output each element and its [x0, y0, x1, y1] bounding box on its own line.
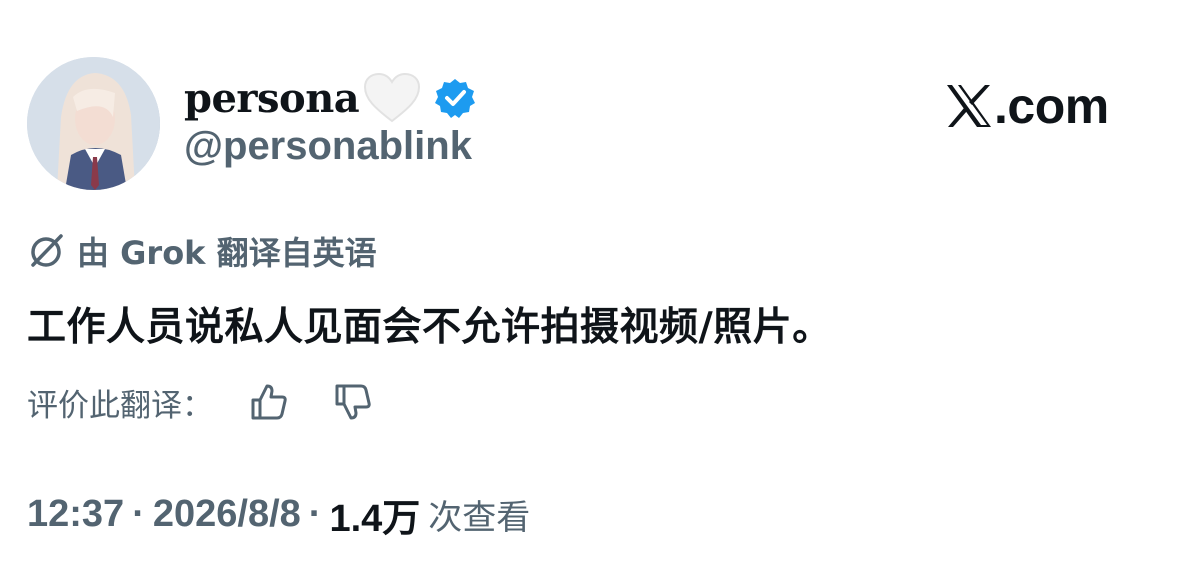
thumbs-down-button[interactable]: [329, 378, 377, 426]
views-label: 次查看: [428, 497, 531, 538]
x-brand: .com: [945, 77, 1109, 135]
x-logo-icon: [945, 83, 993, 129]
meta-separator: ·: [308, 492, 322, 535]
views-count[interactable]: 1.4万: [329, 487, 420, 542]
rate-translation-label: 评价此翻译：: [27, 387, 213, 424]
rate-translation: 评价此翻译：: [27, 378, 377, 426]
tweet-date[interactable]: 2026/8/8: [153, 493, 301, 536]
translation-note: 由 Grok 翻译自英语: [27, 228, 377, 274]
tweet-text: 工作人员说私人见面会不允许拍摄视频/照片。: [27, 305, 832, 350]
thumbs-up-icon: [251, 384, 287, 420]
meta-separator: ·: [132, 492, 145, 535]
avatar-image: [27, 57, 160, 190]
x-domain-text: .com: [994, 78, 1109, 134]
white-heart-icon: [363, 72, 421, 124]
author-name-row[interactable]: persona: [184, 70, 476, 126]
tweet-time[interactable]: 12:37: [27, 493, 124, 536]
translation-label: 由 Grok 翻译自英语: [77, 234, 377, 272]
author-display-name[interactable]: persona: [184, 75, 360, 122]
thumbs-up-button[interactable]: [245, 378, 293, 426]
translate-icon: [27, 232, 65, 270]
tweet-meta: 12:37 · 2026/8/8 · 1.4万 次查看: [27, 488, 530, 540]
avatar[interactable]: [27, 57, 160, 190]
verified-badge-icon[interactable]: [435, 78, 476, 118]
thumbs-down-icon: [335, 384, 371, 420]
author-handle[interactable]: @personablink: [184, 124, 472, 169]
